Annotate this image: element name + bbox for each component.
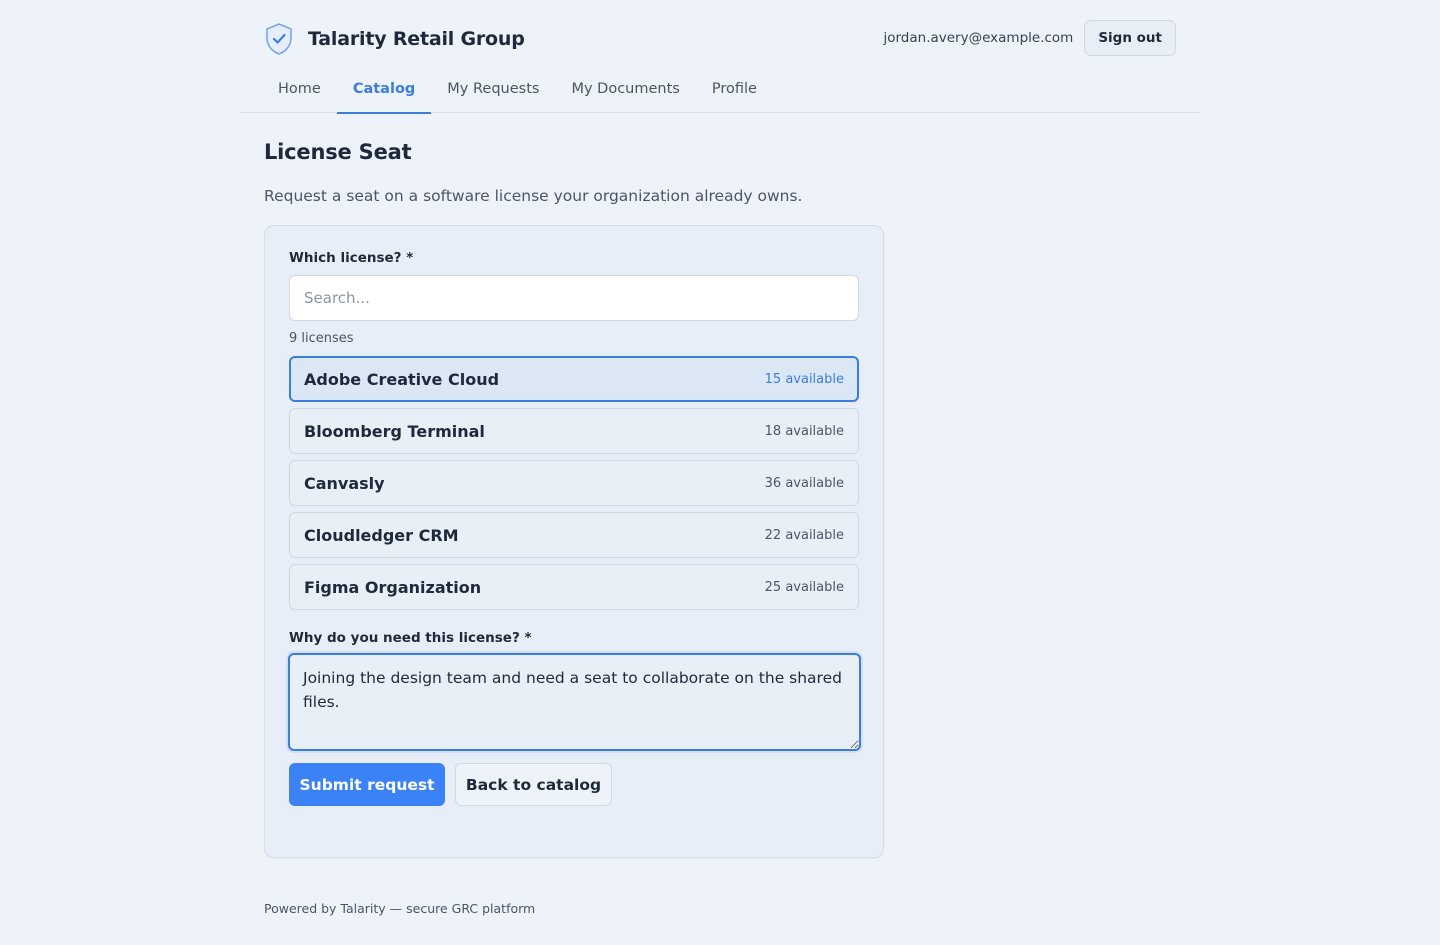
license-availability: 18 available — [764, 423, 844, 439]
tab-profile[interactable]: Profile — [696, 70, 773, 113]
submit-request-button[interactable]: Submit request — [289, 763, 445, 806]
brand[interactable]: Talarity Retail Group — [264, 22, 525, 56]
license-name: Canvasly — [304, 473, 385, 493]
footer-text: Powered by Talarity — secure GRC platfor… — [264, 901, 536, 916]
license-name: Bloomberg Terminal — [304, 421, 485, 441]
license-name: Adobe Creative Cloud — [304, 369, 500, 389]
shield-check-icon — [264, 22, 294, 56]
brand-name: Talarity Retail Group — [308, 28, 525, 50]
main-nav: Home Catalog My Requests My Documents Pr… — [240, 70, 1200, 114]
tab-my-requests[interactable]: My Requests — [431, 70, 555, 113]
license-count: 9 licenses — [289, 331, 354, 346]
license-option-canvasly[interactable]: Canvasly 36 available — [289, 460, 859, 506]
license-option-bloomberg-terminal[interactable]: Bloomberg Terminal 18 available — [289, 408, 859, 454]
app-shell: Talarity Retail Group jordan.avery@examp… — [240, 0, 1200, 916]
license-availability: 22 available — [764, 527, 844, 543]
page-title: License Seat — [264, 140, 412, 164]
user-area: jordan.avery@example.com Sign out — [883, 20, 1176, 56]
license-availability: 25 available — [764, 579, 844, 595]
license-list: Adobe Creative Cloud 15 available Bloomb… — [289, 356, 859, 616]
page-description: Request a seat on a software license you… — [264, 187, 803, 205]
license-search-input[interactable] — [289, 275, 859, 321]
reason-textarea[interactable]: Joining the design team and need a seat … — [288, 653, 861, 751]
tab-my-documents[interactable]: My Documents — [555, 70, 695, 113]
user-email: jordan.avery@example.com — [883, 30, 1074, 46]
license-name: Figma Organization — [304, 577, 482, 597]
reason-field-label: Why do you need this license? * — [289, 630, 532, 646]
license-availability: 15 available — [764, 371, 844, 387]
back-to-catalog-button[interactable]: Back to catalog — [455, 763, 612, 806]
tab-home[interactable]: Home — [262, 70, 337, 113]
sign-out-button[interactable]: Sign out — [1084, 20, 1176, 56]
license-availability: 36 available — [764, 475, 844, 491]
header: Talarity Retail Group jordan.avery@examp… — [240, 0, 1200, 70]
license-name: Cloudledger CRM — [304, 525, 459, 545]
license-field-label: Which license? * — [289, 250, 414, 266]
request-form-card: Which license? * 9 licenses Adobe Creati… — [264, 225, 884, 858]
license-option-cloudledger-crm[interactable]: Cloudledger CRM 22 available — [289, 512, 859, 558]
tab-catalog[interactable]: Catalog — [336, 70, 432, 114]
license-option-adobe-creative-cloud[interactable]: Adobe Creative Cloud 15 available — [289, 356, 859, 402]
license-option-figma-organization[interactable]: Figma Organization 25 available — [289, 564, 859, 610]
